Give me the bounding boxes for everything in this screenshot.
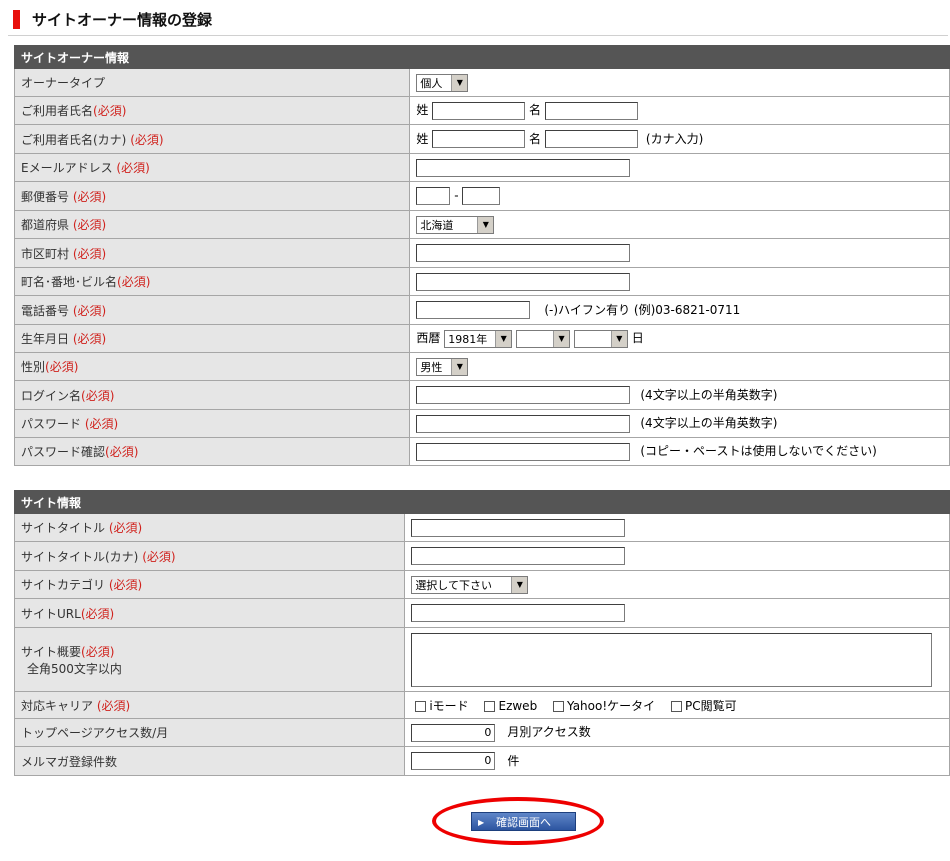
city-label: 市区町村 (必須) [13,238,411,268]
carrier-imode-checkbox[interactable]: iモード [415,699,469,713]
chevron-down-icon: ▼ [610,330,627,347]
title-marker [13,10,20,29]
phone-label: 電話番号 (必須) [13,295,411,325]
name-label: ご利用者氏名(必須) [13,96,411,125]
carrier-yahoo-checkbox[interactable]: Yahoo!ケータイ [553,699,655,713]
name-kana-label: ご利用者氏名(カナ) (必須) [13,124,411,154]
gender-label: 性別(必須) [13,352,411,381]
access-note: 月別アクセス数 [507,725,591,740]
login-name-input[interactable] [416,386,631,405]
site-section-heading: サイト情報 [14,490,950,514]
owner-type-label: オーナータイプ [13,68,411,97]
birth-month-select[interactable]: ▼ [516,329,571,348]
postal-label: 郵便番号 (必須) [13,181,411,211]
site-url-input[interactable] [411,604,626,622]
page-header: サイトオーナー情報の登録 [8,5,948,36]
postal-code-2-input[interactable] [462,187,501,205]
phone-input[interactable] [416,301,531,320]
site-title-input[interactable] [411,518,626,537]
chevron-down-icon: ▼ [477,216,494,233]
birth-year-select[interactable]: 1981年 ▼ [444,329,513,348]
mailmag-label: メルマガ登録件数 [13,746,406,776]
password-note: (4文字以上の半角英数字) [640,416,778,431]
email-input[interactable] [416,158,631,177]
prefecture-label: 都道府県 (必須) [13,210,411,239]
site-category-label: サイトカテゴリ (必須) [13,570,406,599]
phone-note: (-)ハイフン有り (例)03-6821-0711 [544,302,741,317]
prefecture-select[interactable]: 北海道 ▼ [416,215,495,234]
kana-note: (カナ入力) [645,131,704,146]
address-input[interactable] [416,272,631,291]
first-name-kana-input[interactable] [544,130,638,149]
password-label: パスワード (必須) [13,409,411,438]
site-summary-label: サイト概要(必須) 全角500文字以内 [13,627,406,692]
city-input[interactable] [416,244,631,262]
carrier-label: 対応キャリア (必須) [13,691,406,719]
birth-day-select[interactable]: ▼ [573,329,628,348]
mailmag-count-input[interactable]: 0 [411,752,496,771]
owner-type-select[interactable]: 個人 ▼ [416,73,469,92]
mailmag-note: 件 [507,753,520,768]
last-name-kana-input[interactable] [432,130,526,149]
chevron-down-icon: ▼ [495,330,512,347]
password-confirm-input[interactable] [416,442,631,461]
login-label: ログイン名(必須) [13,380,411,410]
monthly-access-input[interactable]: 0 [411,723,496,742]
postal-code-1-input[interactable] [416,187,451,205]
site-category-select[interactable]: 選択して下さい ▼ [411,575,529,594]
first-name-input[interactable] [544,101,638,120]
chevron-down-icon: ▼ [451,74,468,91]
site-url-label: サイトURL(必須) [13,598,406,628]
last-name-input[interactable] [432,101,526,120]
password-input[interactable] [416,414,631,433]
password-confirm-label: パスワード確認(必須) [13,437,411,466]
birthday-label: 生年月日 (必須) [13,324,411,353]
password-confirm-note: (コピー・ペーストは使用しないでください) [640,444,877,459]
chevron-down-icon: ▼ [511,576,528,593]
site-title-kana-input[interactable] [411,547,626,565]
access-label: トップページアクセス数/月 [13,718,406,747]
carrier-ezweb-checkbox[interactable]: Ezweb [484,699,537,713]
chevron-down-icon: ▼ [553,330,570,347]
owner-section-heading: サイトオーナー情報 [14,45,950,69]
site-info-table: サイト情報 サイトタイトル (必須) サイトタイトル(カナ) (必須) サイトカ… [13,490,950,776]
play-arrow-icon: ▶ [478,818,485,827]
site-summary-textarea[interactable] [411,632,933,687]
gender-select[interactable]: 男性 ▼ [416,357,469,376]
site-title-kana-label: サイトタイトル(カナ) (必須) [13,541,406,571]
chevron-down-icon: ▼ [451,358,468,375]
email-label: Eメールアドレス (必須) [13,153,411,182]
login-note: (4文字以上の半角英数字) [640,387,778,402]
site-title-label: サイトタイトル (必須) [13,513,406,542]
page-title: サイトオーナー情報の登録 [32,11,213,29]
carrier-pc-checkbox[interactable]: PC閲覧可 [670,699,737,713]
owner-info-table: サイトオーナー情報 オーナータイプ 個人 ▼ ご利用者氏名(必須) 姓 名 ご利用… [13,45,950,466]
confirm-button[interactable]: ▶ 確認画面へ [471,812,576,831]
address-label: 町名･番地･ビル名(必須) [13,267,411,296]
